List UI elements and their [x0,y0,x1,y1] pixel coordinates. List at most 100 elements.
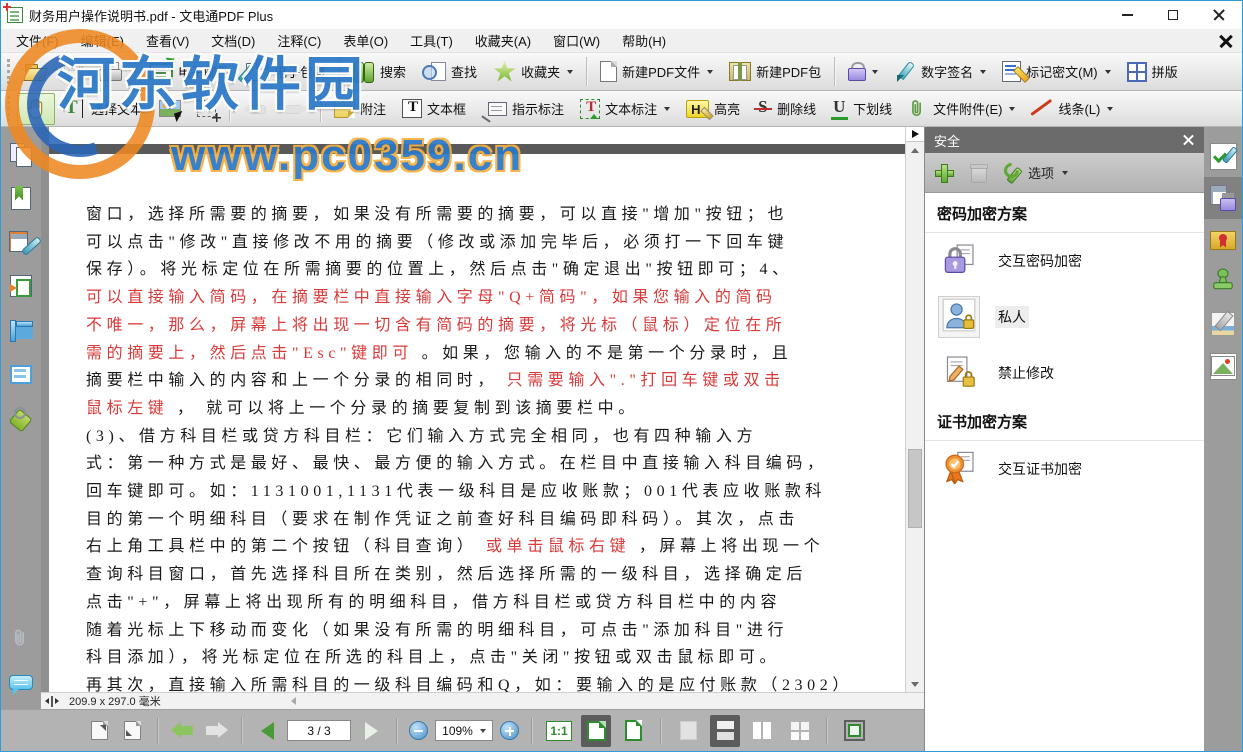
callout-button[interactable]: 指示标注 [475,95,571,122]
sign-panel-button[interactable] [1204,135,1242,177]
e-package-button[interactable]: 电子包裹 [239,58,333,85]
menu-item-2[interactable]: 编辑(E) [70,28,135,53]
page-number-field[interactable]: 3 / 3 [287,720,351,741]
maximize-button[interactable] [1150,1,1196,29]
previous-page-button[interactable] [254,715,280,747]
zoom-in-button[interactable] [500,721,519,740]
vertical-scrollbar[interactable] [905,127,924,692]
annotations-panel-button[interactable] [5,225,37,259]
whiteout-panel-button[interactable] [1204,303,1242,345]
text-box-label: 文本框 [427,99,466,118]
destinations-panel-button[interactable] [5,269,37,303]
panel-close-button[interactable] [1182,134,1195,147]
strikethrough-button[interactable]: 删除线 [749,95,823,123]
snapshot-button[interactable] [190,96,223,121]
fit-page-button[interactable] [581,715,611,747]
text-segment: 可以直接输入简码，在摘要栏中直接输入字母"Q+简码"，如果您输入的简码 [86,289,777,306]
digital-signature-button[interactable]: 数字签名 [887,57,993,87]
next-view-button[interactable] [119,715,145,747]
scrollbar-thumb[interactable] [908,449,922,528]
text-box-button[interactable]: 文本框 [395,95,473,122]
private-scheme-item[interactable]: 私人 [925,289,1204,345]
text-segment: 可以点击"修改"直接修改不用的摘要（修改或添加完毕后，必须打一下回车键 [86,234,788,251]
certificates-panel-button[interactable] [1204,219,1242,261]
hscroll-left-arrow[interactable] [291,697,296,705]
select-text-button[interactable]: 选择文本 [57,95,150,123]
menu-item-4[interactable]: 文档(D) [200,28,266,53]
email-button[interactable]: 电子邮件 [142,58,237,85]
minimize-button[interactable] [1104,1,1150,29]
comments-panel-button[interactable] [5,665,37,699]
menu-item-10[interactable]: 帮助(H) [611,28,677,53]
continuous-view-button[interactable] [710,715,740,747]
undo-button[interactable] [236,98,274,120]
fit-width-button[interactable] [618,715,648,747]
images-panel-button[interactable] [1204,345,1242,387]
no-modify-scheme-item[interactable]: 禁止修改 [925,345,1204,401]
favorites-button[interactable]: 收藏夹 [486,57,580,87]
stamps-panel-button[interactable] [1204,261,1242,303]
menu-item-8[interactable]: 收藏夹(A) [464,28,542,53]
zoom-level-select[interactable]: 109% [435,720,493,741]
document-area[interactable]: 窗口，选择所需要的摘要，如果没有所需要的摘要，可以直接"增加"按钮；也可以点击"… [41,127,905,692]
menu-item-6[interactable]: 表单(O) [332,28,399,53]
quad-view-button[interactable] [784,715,814,747]
menu-item-1[interactable]: 文件(F) [5,28,70,53]
hand-tool-button[interactable] [17,93,55,125]
fullscreen-button[interactable] [839,715,869,747]
next-page-button[interactable] [358,715,384,747]
find-button[interactable]: 查找 [415,58,484,86]
forward-button[interactable] [203,715,229,747]
redaction-button[interactable]: 标记密文(M) [995,57,1118,86]
menu-item-7[interactable]: 工具(T) [399,28,464,53]
security-panel-tab-button[interactable] [1204,177,1242,219]
tags-panel-button[interactable] [5,401,37,435]
attachments-panel-button[interactable] [5,621,37,655]
new-pdf-package-button[interactable]: 新建PDF包 [722,58,828,85]
pages-panel-button[interactable] [5,137,37,171]
print-button[interactable] [92,58,129,85]
zoom-out-button[interactable] [409,721,428,740]
search-button[interactable]: 搜索 [346,58,413,86]
close-document-button[interactable] [1218,33,1234,49]
underline-button[interactable]: 下划线 [825,95,899,123]
scroll-up-arrow[interactable] [906,142,924,158]
note-button[interactable]: 附注 [327,95,393,122]
interactive-certificate-encrypt-item[interactable]: 交互证书加密 [925,441,1204,497]
open-button[interactable] [17,58,55,85]
splitter-handle-icon[interactable] [45,696,59,707]
imposition-button[interactable]: 拼版 [1120,58,1185,86]
text-segment: 科目添加），将光标定位在所选的科目上，点击"关闭"按钮或双击鼠标即可。 [86,649,780,666]
menu-item-5[interactable]: 注释(C) [266,28,332,53]
save-button[interactable] [57,58,90,85]
close-button[interactable] [1196,1,1242,29]
password-security-button[interactable] [841,58,885,85]
delete-scheme-button[interactable] [970,164,986,182]
scroll-down-arrow[interactable] [906,676,924,692]
redo-button[interactable] [276,98,314,120]
actual-size-button[interactable]: 1:1 [544,715,574,747]
interactive-certificate-encrypt-label: 交互证书加密 [995,458,1085,480]
toolbar-grip[interactable] [7,96,11,121]
menu-item-9[interactable]: 窗口(W) [542,28,611,53]
add-scheme-button[interactable] [935,164,952,181]
underline-icon [832,99,848,119]
structure-panel-button[interactable] [5,313,37,347]
bookmarks-panel-button[interactable] [5,181,37,215]
content-panel-button[interactable] [5,357,37,391]
select-image-button[interactable] [152,96,188,121]
single-page-view-button[interactable] [673,715,703,747]
menu-item-3[interactable]: 查看(V) [135,28,200,53]
new-pdf-file-button[interactable]: 新建PDF文件 [593,57,720,86]
highlight-button[interactable]: 高亮 [679,95,747,122]
line-tool-button[interactable]: 线条(L) [1024,95,1120,122]
panel-collapse-button[interactable] [906,127,924,142]
back-button[interactable] [170,715,196,747]
file-attachment-button[interactable]: 文件附件(E) [901,94,1022,124]
toolbar-grip[interactable] [7,59,11,85]
text-annotation-button[interactable]: 文本标注 [573,95,677,123]
facing-pages-view-button[interactable] [747,715,777,747]
options-button[interactable]: 选项 [1004,163,1068,182]
interactive-password-encrypt-item[interactable]: 交互密码加密 [925,233,1204,289]
previous-view-button[interactable] [86,715,112,747]
